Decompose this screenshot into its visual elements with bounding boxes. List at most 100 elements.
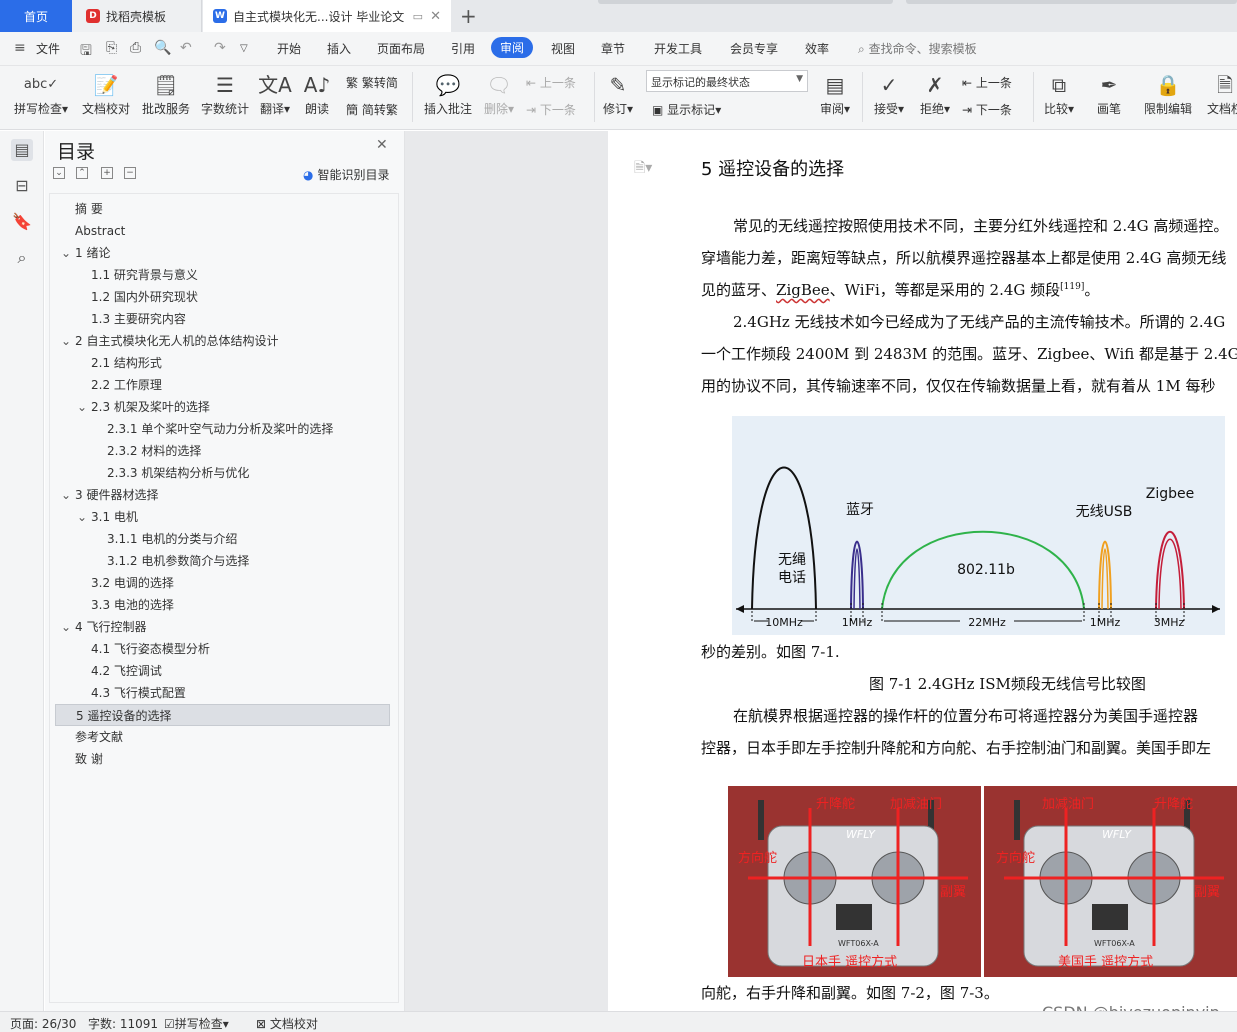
word-count-button[interactable]: ☰ 字数统计 [199,70,251,117]
spellcheck-button[interactable]: abc✓ 拼写检查▾ [10,70,72,117]
compare-button[interactable]: ⧉ 比较▾ [1040,70,1078,117]
menu-page-layout[interactable]: 页面布局 [377,40,425,57]
document-page[interactable]: 🗎▾ 5 遥控设备的选择 常见的无线遥控按照使用技术不同，主要分红外线遥控和 2… [608,131,1237,1011]
toc-item[interactable]: ⌄ 2.3 机架及桨叶的选择 [55,396,390,418]
toc-item[interactable]: 4.1 飞行姿态模型分析 [55,638,390,660]
reject-button[interactable]: ✗ 拒绝▾ [916,70,954,117]
toc-item[interactable]: 3.2 电调的选择 [55,572,390,594]
toc-item[interactable]: 4.3 飞行模式配置 [55,682,390,704]
toc-item[interactable]: 2.3.3 机架结构分析与优化 [55,462,390,484]
toc-item[interactable]: 1.3 主要研究内容 [55,308,390,330]
toc-item[interactable]: 1.1 研究背景与意义 [55,264,390,286]
toc-item[interactable]: ⌄ 3 硬件器材选择 [55,484,390,506]
chevron-down-icon[interactable]: ⌄ [77,396,87,418]
toc-item[interactable]: 4.2 飞控调试 [55,660,390,682]
chapter-view-icon[interactable]: ⊟ [11,175,33,197]
toc-item[interactable]: 5 遥控设备的选择 [55,704,390,726]
toc-item[interactable]: 摘 要 [55,198,390,220]
doc-proof-button[interactable]: 📝 文档校对 [80,70,132,117]
window-monitor-icon[interactable]: ▭ [413,10,423,23]
toc-item[interactable]: 2.3.2 材料的选择 [55,440,390,462]
rudder-label: 方向舵 [996,850,1035,866]
collapse-all-icon[interactable]: ⌄ [53,167,65,179]
save-icon[interactable]: 🖫 [80,40,92,64]
tab-document[interactable]: W 自主式模块化无...设计 毕业论文 ▭ ✕ [203,0,451,32]
toc-item[interactable]: ⌄ 1 绪论 [55,242,390,264]
chevron-down-icon[interactable]: ⌄ [61,330,71,352]
toc-item[interactable]: 2.2 工作原理 [55,374,390,396]
toc-item[interactable]: Abstract [55,220,390,242]
prev-change-button[interactable]: ⇤ 上一条 [962,74,1012,91]
status-proof[interactable]: ⊠ 文档校对 [256,1015,318,1032]
search-icon[interactable]: ⌕ [11,247,33,269]
close-icon[interactable]: ✕ [376,137,388,153]
insert-comment-button[interactable]: 💬 插入批注 [421,70,475,117]
simp-to-trad-button[interactable]: 簡 简转繁 [346,101,398,118]
menu-start[interactable]: 开始 [277,40,301,57]
expand-up-icon[interactable]: ⌃ [76,167,88,179]
accept-button[interactable]: ✓ 接受▾ [870,70,908,117]
chevron-down-icon[interactable]: ⌄ [77,506,87,528]
delete-comment-button[interactable]: 🗨 删除▾ [481,70,517,117]
menu-member[interactable]: 会员专享 [730,40,778,57]
toc-item[interactable]: ⌄ 4 飞行控制器 [55,616,390,638]
menu-view[interactable]: 视图 [551,40,575,57]
toc-item[interactable]: 致 谢 [55,748,390,770]
menu-review[interactable]: 审阅 [491,37,534,58]
page-indicator[interactable]: 页面: 26/30 [10,1015,76,1032]
tab-home[interactable]: 首页 [0,0,72,32]
print-preview-icon[interactable]: 🔍 [154,40,171,56]
remove-level-icon[interactable]: − [124,167,136,179]
restrict-edit-button[interactable]: 🔒 限制编辑 [1140,70,1196,117]
redo-icon[interactable]: ↷ [214,40,226,56]
toc-item[interactable]: 参考文献 [55,726,390,748]
prev-comment-button[interactable]: ⇤ 上一条 [526,74,576,91]
hamburger-icon[interactable]: ≡ [14,40,26,56]
smart-toc-button[interactable]: ◕ 智能识别目录 [303,166,390,183]
chevron-down-icon[interactable]: ▽ [240,43,248,54]
toc-item[interactable]: 3.1.2 电机参数简介与选择 [55,550,390,572]
toc-item[interactable]: 2.3.1 单个桨叶空气动力分析及桨叶的选择 [55,418,390,440]
add-level-icon[interactable]: + [101,167,113,179]
close-tab-icon[interactable]: ✕ [430,9,441,24]
ink-button[interactable]: ✒ 画笔 [1090,70,1128,117]
command-search[interactable]: ⌕ 查找命令、搜索模板 [858,40,977,57]
menu-insert[interactable]: 插入 [327,40,351,57]
new-tab-button[interactable]: + [460,4,477,28]
paragraph-icon[interactable]: 🗎▾ [634,157,652,181]
print-icon[interactable]: ⎙ [130,40,141,56]
undo-icon[interactable]: ↶ [180,40,192,56]
menu-references[interactable]: 引用 [451,40,475,57]
word-count-indicator[interactable]: 字数: 11091 [88,1015,158,1032]
toc-view-icon[interactable]: ▤ [11,139,33,161]
track-changes-button[interactable]: ✎ 修订▾ [600,70,636,117]
toc-item[interactable]: 3.3 电池的选择 [55,594,390,616]
read-aloud-button[interactable]: A♪ 朗读 [300,70,334,117]
menu-chapter[interactable]: 章节 [601,40,625,57]
toc-item[interactable]: ⌄ 3.1 电机 [55,506,390,528]
correction-service-button[interactable]: 🗒 批改服务 [140,70,192,117]
spectrum-chart-svg: 无绳电话 蓝牙 802.11b 无线USB Zigbee 10MHz 1MHz 22MHz 1M… [736,466,1220,629]
status-spellcheck[interactable]: ☑拼写检查▾ [164,1015,229,1032]
chevron-down-icon[interactable]: ⌄ [61,484,71,506]
next-change-button[interactable]: ⇥ 下一条 [962,101,1012,118]
toc-item[interactable]: 3.1.1 电机的分类与介绍 [55,528,390,550]
trad-to-simp-button[interactable]: 繁 繁转简 [346,74,398,91]
show-markup-button[interactable]: ▣ 显示标记▾ [652,101,721,118]
toc-item[interactable]: ⌄ 2 自主式模块化无人机的总体结构设计 [55,330,390,352]
review-pane-button[interactable]: ▤ 审阅▾ [816,70,854,117]
menu-developer[interactable]: 开发工具 [654,40,702,57]
menu-file[interactable]: 文件 [36,40,60,57]
chevron-down-icon[interactable]: ⌄ [61,616,71,638]
chevron-down-icon[interactable]: ⌄ [61,242,71,264]
markup-state-select[interactable]: 显示标记的最终状态 ▼ [646,70,808,92]
tab-template[interactable]: D 找稻壳模板 [72,0,202,32]
next-comment-button[interactable]: ⇥ 下一条 [526,101,576,118]
export-pdf-icon[interactable]: ⎘ [106,40,117,56]
doc-rights-button[interactable]: 🗎 文档权 [1200,70,1237,117]
toc-item[interactable]: 2.1 结构形式 [55,352,390,374]
bookmark-icon[interactable]: 🔖 [11,211,33,233]
toc-item[interactable]: 1.2 国内外研究现状 [55,286,390,308]
translate-button[interactable]: 文A 翻译▾ [258,70,292,117]
menu-efficiency[interactable]: 效率 [805,40,829,57]
